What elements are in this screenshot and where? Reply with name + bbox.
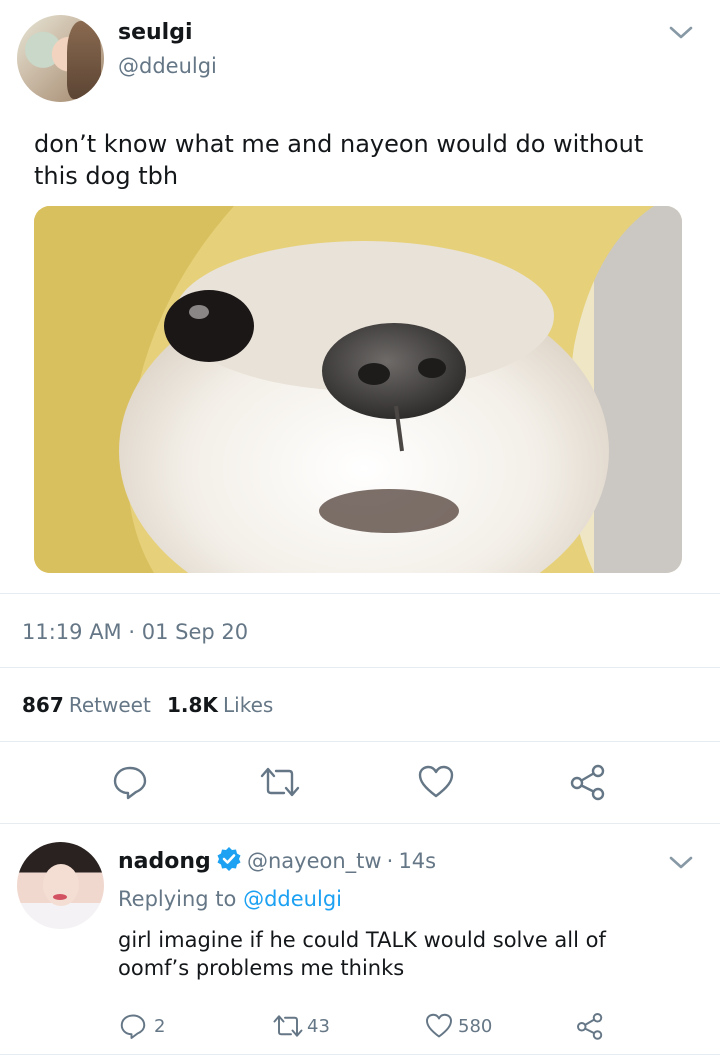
reply-button[interactable] <box>110 762 150 802</box>
chevron-down-icon[interactable] <box>668 855 694 871</box>
tweet-text: don’t know what me and nayeon would do w… <box>34 130 644 190</box>
chevron-down-icon[interactable] <box>668 25 694 41</box>
meta-separator: · <box>128 620 136 644</box>
reply-author-name[interactable]: nadong <box>118 849 211 874</box>
like-label[interactable]: Likes <box>223 693 273 717</box>
tweet-date: 01 Sep 20 <box>141 620 249 644</box>
share-icon <box>570 764 605 801</box>
divider <box>0 741 720 742</box>
avatar-hair-shape <box>67 21 101 99</box>
share-icon <box>577 1013 603 1040</box>
retweet-label[interactable]: Retweet <box>69 693 151 717</box>
verified-badge-icon <box>216 846 242 872</box>
retweet-count[interactable]: 867 <box>22 693 64 717</box>
reply-author-handle[interactable]: @nayeon_tw <box>247 849 382 873</box>
retweet-arrows-icon <box>260 767 300 797</box>
replying-to-handle[interactable]: @ddeulgi <box>243 887 342 911</box>
speech-bubble-icon <box>120 1014 146 1039</box>
reply-like-button[interactable]: 580 <box>424 1011 492 1041</box>
reply-time: 14s <box>398 849 437 873</box>
like-button[interactable] <box>416 762 456 802</box>
reply-retweet-button[interactable]: 43 <box>271 1011 330 1041</box>
tweet-photo[interactable] <box>34 206 682 573</box>
like-count[interactable]: 1.8K <box>167 693 218 717</box>
reply-like-count: 580 <box>458 1015 493 1037</box>
replying-to-label: Replying to <box>118 887 237 911</box>
heart-icon <box>426 1013 452 1038</box>
author-avatar[interactable] <box>17 15 104 102</box>
author-name[interactable]: seulgi <box>118 20 193 45</box>
replying-to: Replying to @ddeulgi <box>118 887 342 911</box>
avatar-lip-shape <box>53 894 67 900</box>
speech-bubble-icon <box>113 766 147 800</box>
reply-reply-button[interactable]: 2 <box>118 1011 165 1041</box>
author-handle[interactable]: @ddeulgi <box>118 54 217 78</box>
retweet-arrows-icon <box>273 1015 303 1037</box>
reply-reply-count: 2 <box>154 1015 166 1037</box>
divider <box>0 593 720 594</box>
divider <box>0 1054 720 1055</box>
reply-header: nadong @nayeon_tw · 14s <box>118 846 436 874</box>
reply-retweet-count: 43 <box>307 1015 330 1037</box>
meta-separator: · <box>386 849 394 873</box>
divider <box>0 823 720 824</box>
heart-icon <box>418 765 454 798</box>
tweet-time: 11:19 AM <box>22 620 122 644</box>
reply-text: girl imagine if he could TALK would solv… <box>118 928 606 980</box>
tweet-timestamp: 11:19 AM · 01 Sep 20 <box>22 620 248 644</box>
share-button[interactable] <box>568 762 608 802</box>
reply-share-button[interactable] <box>575 1011 605 1041</box>
divider <box>0 667 720 668</box>
retweet-button[interactable] <box>258 762 302 802</box>
reply-author-avatar[interactable] <box>17 842 104 929</box>
dog-photo-illustration <box>34 206 682 573</box>
tweet-stats: 867 Retweet 1.8K Likes <box>22 693 273 717</box>
